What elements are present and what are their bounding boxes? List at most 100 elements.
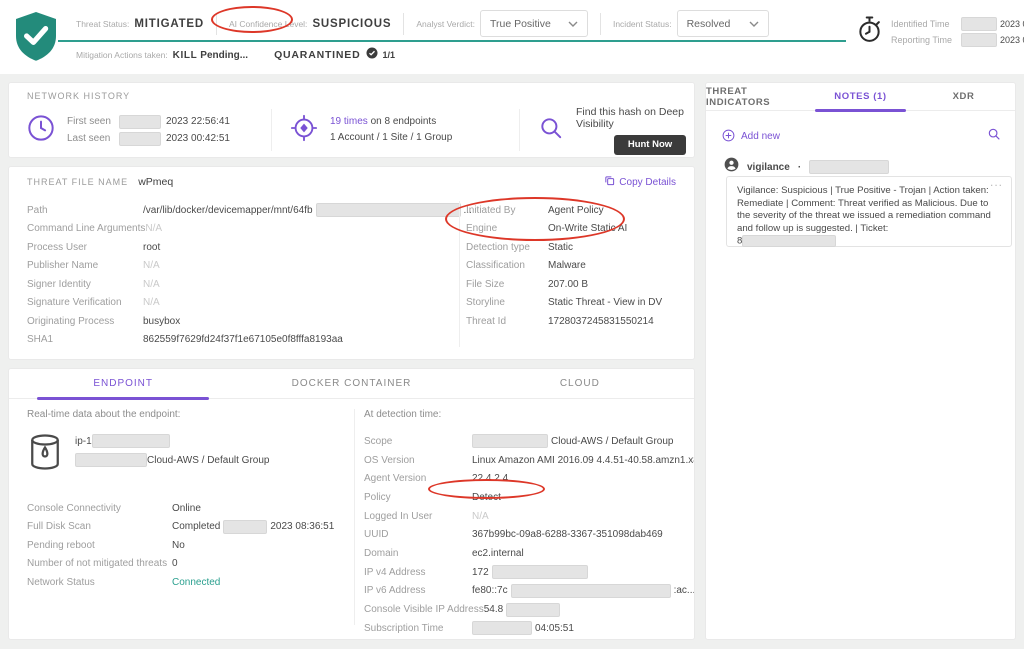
network-status-row: Network Status Connected bbox=[27, 573, 347, 592]
field-value: Detect bbox=[472, 492, 501, 503]
network-status-link[interactable]: Connected bbox=[172, 577, 220, 588]
field-label: Command Line Arguments bbox=[27, 223, 145, 234]
field-label: Policy bbox=[364, 492, 472, 503]
mitigation-kill: KILL bbox=[173, 50, 198, 61]
redacted-box bbox=[472, 621, 532, 635]
add-new-button[interactable]: Add new bbox=[722, 129, 780, 145]
deep-visibility-section: Find this hash on Deep Visibility Hunt N… bbox=[519, 109, 694, 151]
chevron-down-icon bbox=[568, 18, 578, 30]
reporting-time-label: Reporting Time bbox=[891, 35, 961, 45]
cmdline-row: Command Line Arguments N/A bbox=[27, 220, 447, 239]
threat-file-right-column: Initiated By Agent Policy Engine On-Writ… bbox=[466, 201, 680, 331]
threat-file-card: THREAT FILE NAME wPmeq Copy Details Path… bbox=[8, 166, 695, 360]
last-seen-value: 2023 00:42:51 bbox=[166, 133, 230, 144]
threat-details-screen: Threat Status: MITIGATED AI Confidence L… bbox=[0, 0, 1024, 649]
tab-endpoint[interactable]: ENDPOINT bbox=[9, 369, 237, 398]
field-value: Agent Policy bbox=[548, 205, 604, 216]
field-label: Initiated By bbox=[466, 205, 548, 216]
redacted-box bbox=[742, 235, 836, 247]
scope-row: Scope Cloud-AWS / Default Group bbox=[364, 432, 684, 451]
tab-xdr[interactable]: XDR bbox=[912, 83, 1015, 110]
field-value: 04:05:51 bbox=[472, 621, 574, 635]
network-history-sections: First seen 2023 22:56:41 Last seen 2023 … bbox=[9, 109, 694, 151]
hunt-now-button[interactable]: Hunt Now bbox=[614, 135, 686, 155]
threat-file-title: THREAT FILE NAME bbox=[27, 177, 128, 187]
add-new-row: Add new bbox=[722, 127, 1001, 146]
field-value: 172 bbox=[472, 565, 588, 579]
field-label: IP v6 Address bbox=[364, 585, 472, 596]
copy-details-button[interactable]: Copy Details bbox=[604, 175, 676, 189]
detection-type-row: Detection type Static bbox=[466, 238, 680, 257]
field-label: OS Version bbox=[364, 455, 472, 466]
magnifier-icon bbox=[538, 115, 564, 146]
threat-file-columns: Path /var/lib/docker/devicemapper/mnt/64… bbox=[9, 201, 694, 359]
field-value: N/A bbox=[472, 511, 489, 522]
field-label: Engine bbox=[466, 223, 548, 234]
field-label: Logged In User bbox=[364, 511, 472, 522]
seen-times-link[interactable]: 19 times bbox=[330, 116, 368, 127]
host-group-suffix: Cloud-AWS / Default Group bbox=[147, 455, 269, 466]
mitigation-kill-status: Pending... bbox=[200, 50, 248, 61]
note-author-separator: · bbox=[798, 162, 801, 173]
note-menu-button[interactable]: ... bbox=[990, 175, 1003, 189]
host-block: ip-1 Cloud-AWS / Default Group bbox=[27, 432, 347, 477]
signer-row: Signer Identity N/A bbox=[27, 275, 447, 294]
chevron-down-icon bbox=[749, 18, 759, 30]
incident-status-select[interactable]: Resolved bbox=[677, 10, 769, 37]
tab-threat-indicators[interactable]: THREAT INDICATORS bbox=[706, 83, 809, 110]
endpoint-card: ENDPOINT DOCKER CONTAINER CLOUD Real-tim… bbox=[8, 368, 695, 640]
ipv6-row: IP v6 Address fe80::7c :ac... bbox=[364, 582, 684, 601]
identified-time-value: 2023 00:41:32 bbox=[1000, 19, 1024, 29]
redacted-box bbox=[961, 33, 997, 47]
status-timeline bbox=[58, 40, 846, 42]
redacted-box bbox=[119, 115, 161, 129]
classification-row: Classification Malware bbox=[466, 257, 680, 276]
field-label: Pending reboot bbox=[27, 540, 172, 551]
copy-icon bbox=[604, 175, 615, 189]
redacted-box bbox=[511, 584, 671, 598]
field-label: Number of not mitigated threats bbox=[27, 558, 172, 569]
field-value: 54.8 bbox=[484, 603, 560, 617]
tab-cloud[interactable]: CLOUD bbox=[466, 369, 694, 398]
threat-id-row: Threat Id 1728037245831550214 bbox=[466, 312, 680, 331]
threat-status-value: MITIGATED bbox=[134, 18, 204, 30]
field-label: Originating Process bbox=[27, 316, 143, 327]
field-value: 1728037245831550214 bbox=[548, 316, 654, 327]
analyst-verdict-select[interactable]: True Positive bbox=[480, 10, 588, 37]
analyst-verdict-label: Analyst Verdict: bbox=[416, 19, 475, 29]
tab-notes[interactable]: NOTES (1) bbox=[809, 83, 912, 110]
analyst-verdict-value: True Positive bbox=[490, 18, 551, 30]
network-history-title: NETWORK HISTORY bbox=[27, 91, 130, 101]
threat-file-head: THREAT FILE NAME wPmeq Copy Details bbox=[27, 175, 676, 189]
field-label: UUID bbox=[364, 529, 472, 540]
field-value: Online bbox=[172, 503, 201, 514]
realtime-title: Real-time data about the endpoint: bbox=[27, 409, 347, 420]
deep-visibility-text: Find this hash on Deep Visibility bbox=[576, 106, 694, 130]
divider bbox=[403, 13, 404, 35]
agent-version-row: Agent Version 22.4.2.4 bbox=[364, 469, 684, 488]
redacted-box bbox=[492, 565, 588, 579]
endpoint-realtime-column: Real-time data about the endpoint: ip-1 bbox=[27, 409, 347, 592]
identified-time-label: Identified Time bbox=[891, 19, 961, 29]
tab-docker-container[interactable]: DOCKER CONTAINER bbox=[237, 369, 465, 398]
redacted-box bbox=[316, 203, 461, 217]
mitigation-label: Mitigation Actions taken: bbox=[76, 50, 168, 60]
field-value: busybox bbox=[143, 316, 180, 327]
first-seen-row: First seen 2023 22:56:41 bbox=[67, 113, 230, 130]
search-icon[interactable] bbox=[987, 127, 1001, 146]
host-name-line: ip-1 bbox=[75, 432, 269, 451]
notes-panel: THREAT INDICATORS NOTES (1) XDR Add new bbox=[705, 82, 1016, 640]
sig-verification-row: Signature Verification N/A bbox=[27, 294, 447, 313]
redacted-box bbox=[506, 603, 560, 617]
field-label: Scope bbox=[364, 436, 472, 447]
console-connectivity-row: Console Connectivity Online bbox=[27, 499, 347, 518]
field-value: 862559f7629fd24f37f1e67105e0f8fffa8193aa bbox=[143, 334, 343, 345]
field-value: fe80::7c :ac... bbox=[472, 584, 695, 598]
endpoint-detection-column: At detection time: Scope Cloud-AWS / Def… bbox=[364, 409, 684, 638]
subscription-time-row: Subscription Time 04:05:51 bbox=[364, 619, 684, 638]
field-label: Agent Version bbox=[364, 473, 472, 484]
field-label: Domain bbox=[364, 548, 472, 559]
incident-status-value: Resolved bbox=[687, 18, 731, 30]
redacted-box bbox=[223, 520, 267, 534]
field-label: Subscription Time bbox=[364, 623, 472, 634]
